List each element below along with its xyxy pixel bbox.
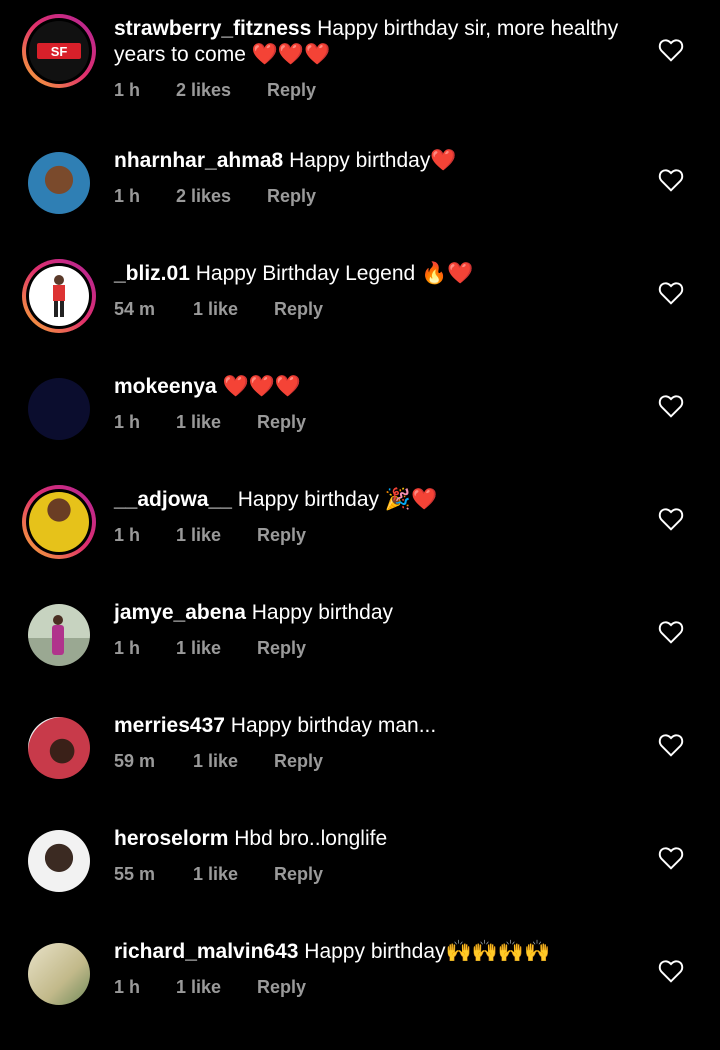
heart-outline-icon[interactable] <box>658 620 684 644</box>
comment-item: _bliz.01 Happy Birthday Legend 🔥❤️ 54 m … <box>0 259 720 372</box>
person-photo-icon <box>53 275 65 317</box>
comment-likes[interactable]: 2 likes <box>176 186 231 207</box>
avatar[interactable]: SF <box>22 14 96 88</box>
comment-emoji: ❤️❤️❤️ <box>222 375 302 398</box>
heart-outline-icon[interactable] <box>658 38 684 62</box>
comment-text: _bliz.01 Happy Birthday Legend 🔥❤️ <box>114 261 644 287</box>
svg-text:SF: SF <box>51 44 68 59</box>
comment-time: 54 m <box>114 299 156 319</box>
comment-item: nharnhar_ahma8 Happy birthday❤️ 1 h 2 li… <box>0 146 720 259</box>
comment-username[interactable]: mokeenya <box>114 375 217 398</box>
comment-body: Happy birthday man... <box>230 714 437 737</box>
comment-likes[interactable]: 1 like <box>193 751 238 772</box>
comment-username[interactable]: strawberry_fitzness <box>114 17 311 40</box>
heart-outline-icon[interactable] <box>658 846 684 870</box>
comment-body: Hbd bro..longlife <box>234 827 388 850</box>
comment-time: 59 m <box>114 751 156 771</box>
reply-button[interactable]: Reply <box>267 186 316 207</box>
reply-button[interactable]: Reply <box>257 638 306 659</box>
comment-emoji: ❤️❤️❤️ <box>251 43 331 66</box>
heart-outline-icon[interactable] <box>658 507 684 531</box>
comment-emoji: ❤️ <box>430 149 457 172</box>
reply-button[interactable]: Reply <box>274 299 323 320</box>
comment-text: __adjowa__ Happy birthday 🎉❤️ <box>114 487 644 513</box>
comment-time: 1 h <box>114 80 141 100</box>
comment-item: __adjowa__ Happy birthday 🎉❤️ 1 h 1 like… <box>0 485 720 598</box>
heart-outline-icon[interactable] <box>658 394 684 418</box>
comment-username[interactable]: heroselorm <box>114 827 228 850</box>
comment-text: strawberry_fitzness Happy birthday sir, … <box>114 16 644 68</box>
comment-body: Happy Birthday Legend <box>195 262 416 285</box>
comment-text: mokeenya ❤️❤️❤️ <box>114 374 644 400</box>
comment-body: Happy birthday <box>304 940 446 963</box>
comment-username[interactable]: nharnhar_ahma8 <box>114 149 283 172</box>
avatar[interactable] <box>22 146 96 220</box>
comment-time: 1 h <box>114 638 141 658</box>
comment-emoji: 🙌🙌🙌🙌 <box>445 940 551 963</box>
comment-body: Happy birthday <box>289 149 431 172</box>
comment-username[interactable]: merries437 <box>114 714 225 737</box>
avatar[interactable] <box>22 824 96 898</box>
comment-item: SF strawberry_fitzness Happy birthday si… <box>0 14 720 127</box>
comment-username[interactable]: jamye_abena <box>114 601 246 624</box>
avatar[interactable] <box>22 711 96 785</box>
reply-button[interactable]: Reply <box>267 80 316 101</box>
comment-text: richard_malvin643 Happy birthday🙌🙌🙌🙌 <box>114 939 644 965</box>
reply-button[interactable]: Reply <box>257 412 306 433</box>
comment-item: richard_malvin643 Happy birthday🙌🙌🙌🙌 1 h… <box>0 937 720 1050</box>
comment-likes[interactable]: 1 like <box>176 412 221 433</box>
avatar[interactable] <box>22 937 96 1011</box>
comment-body: Happy birthday <box>237 488 379 511</box>
comment-text: nharnhar_ahma8 Happy birthday❤️ <box>114 148 644 174</box>
comment-time: 55 m <box>114 864 156 884</box>
comment-username[interactable]: richard_malvin643 <box>114 940 298 963</box>
brand-logo-icon: SF <box>37 43 81 59</box>
heart-outline-icon[interactable] <box>658 733 684 757</box>
comment-emoji: 🎉❤️ <box>384 488 438 511</box>
heart-outline-icon[interactable] <box>658 168 684 192</box>
comment-likes[interactable]: 1 like <box>193 864 238 885</box>
avatar[interactable] <box>22 598 96 672</box>
comment-item: merries437 Happy birthday man... 59 m 1 … <box>0 711 720 824</box>
comment-text: jamye_abena Happy birthday <box>114 600 644 626</box>
comment-time: 1 h <box>114 977 141 997</box>
comment-likes[interactable]: 2 likes <box>176 80 231 101</box>
avatar[interactable] <box>22 372 96 446</box>
comment-likes[interactable]: 1 like <box>176 638 221 659</box>
comment-emoji: 🔥❤️ <box>421 262 474 285</box>
avatar[interactable] <box>22 259 96 333</box>
heart-outline-icon[interactable] <box>658 959 684 983</box>
comment-likes[interactable]: 1 like <box>193 299 238 320</box>
comment-time: 1 h <box>114 412 141 432</box>
comment-time: 1 h <box>114 186 141 206</box>
comment-username[interactable]: _bliz.01 <box>114 262 190 285</box>
reply-button[interactable]: Reply <box>257 525 306 546</box>
avatar[interactable] <box>22 485 96 559</box>
comment-item: mokeenya ❤️❤️❤️ 1 h 1 like Reply <box>0 372 720 485</box>
heart-outline-icon[interactable] <box>658 281 684 305</box>
comment-body: Happy birthday <box>251 601 394 624</box>
comment-username[interactable]: __adjowa__ <box>114 488 232 511</box>
reply-button[interactable]: Reply <box>274 751 323 772</box>
comment-item: heroselorm Hbd bro..longlife 55 m 1 like… <box>0 824 720 937</box>
comment-likes[interactable]: 1 like <box>176 977 221 998</box>
comment-likes[interactable]: 1 like <box>176 525 221 546</box>
comment-text: heroselorm Hbd bro..longlife <box>114 826 644 852</box>
reply-button[interactable]: Reply <box>274 864 323 885</box>
comment-time: 1 h <box>114 525 141 545</box>
comment-item: jamye_abena Happy birthday 1 h 1 like Re… <box>0 598 720 711</box>
reply-button[interactable]: Reply <box>257 977 306 998</box>
person-photo-icon <box>52 615 64 655</box>
comment-text: merries437 Happy birthday man... <box>114 713 644 739</box>
